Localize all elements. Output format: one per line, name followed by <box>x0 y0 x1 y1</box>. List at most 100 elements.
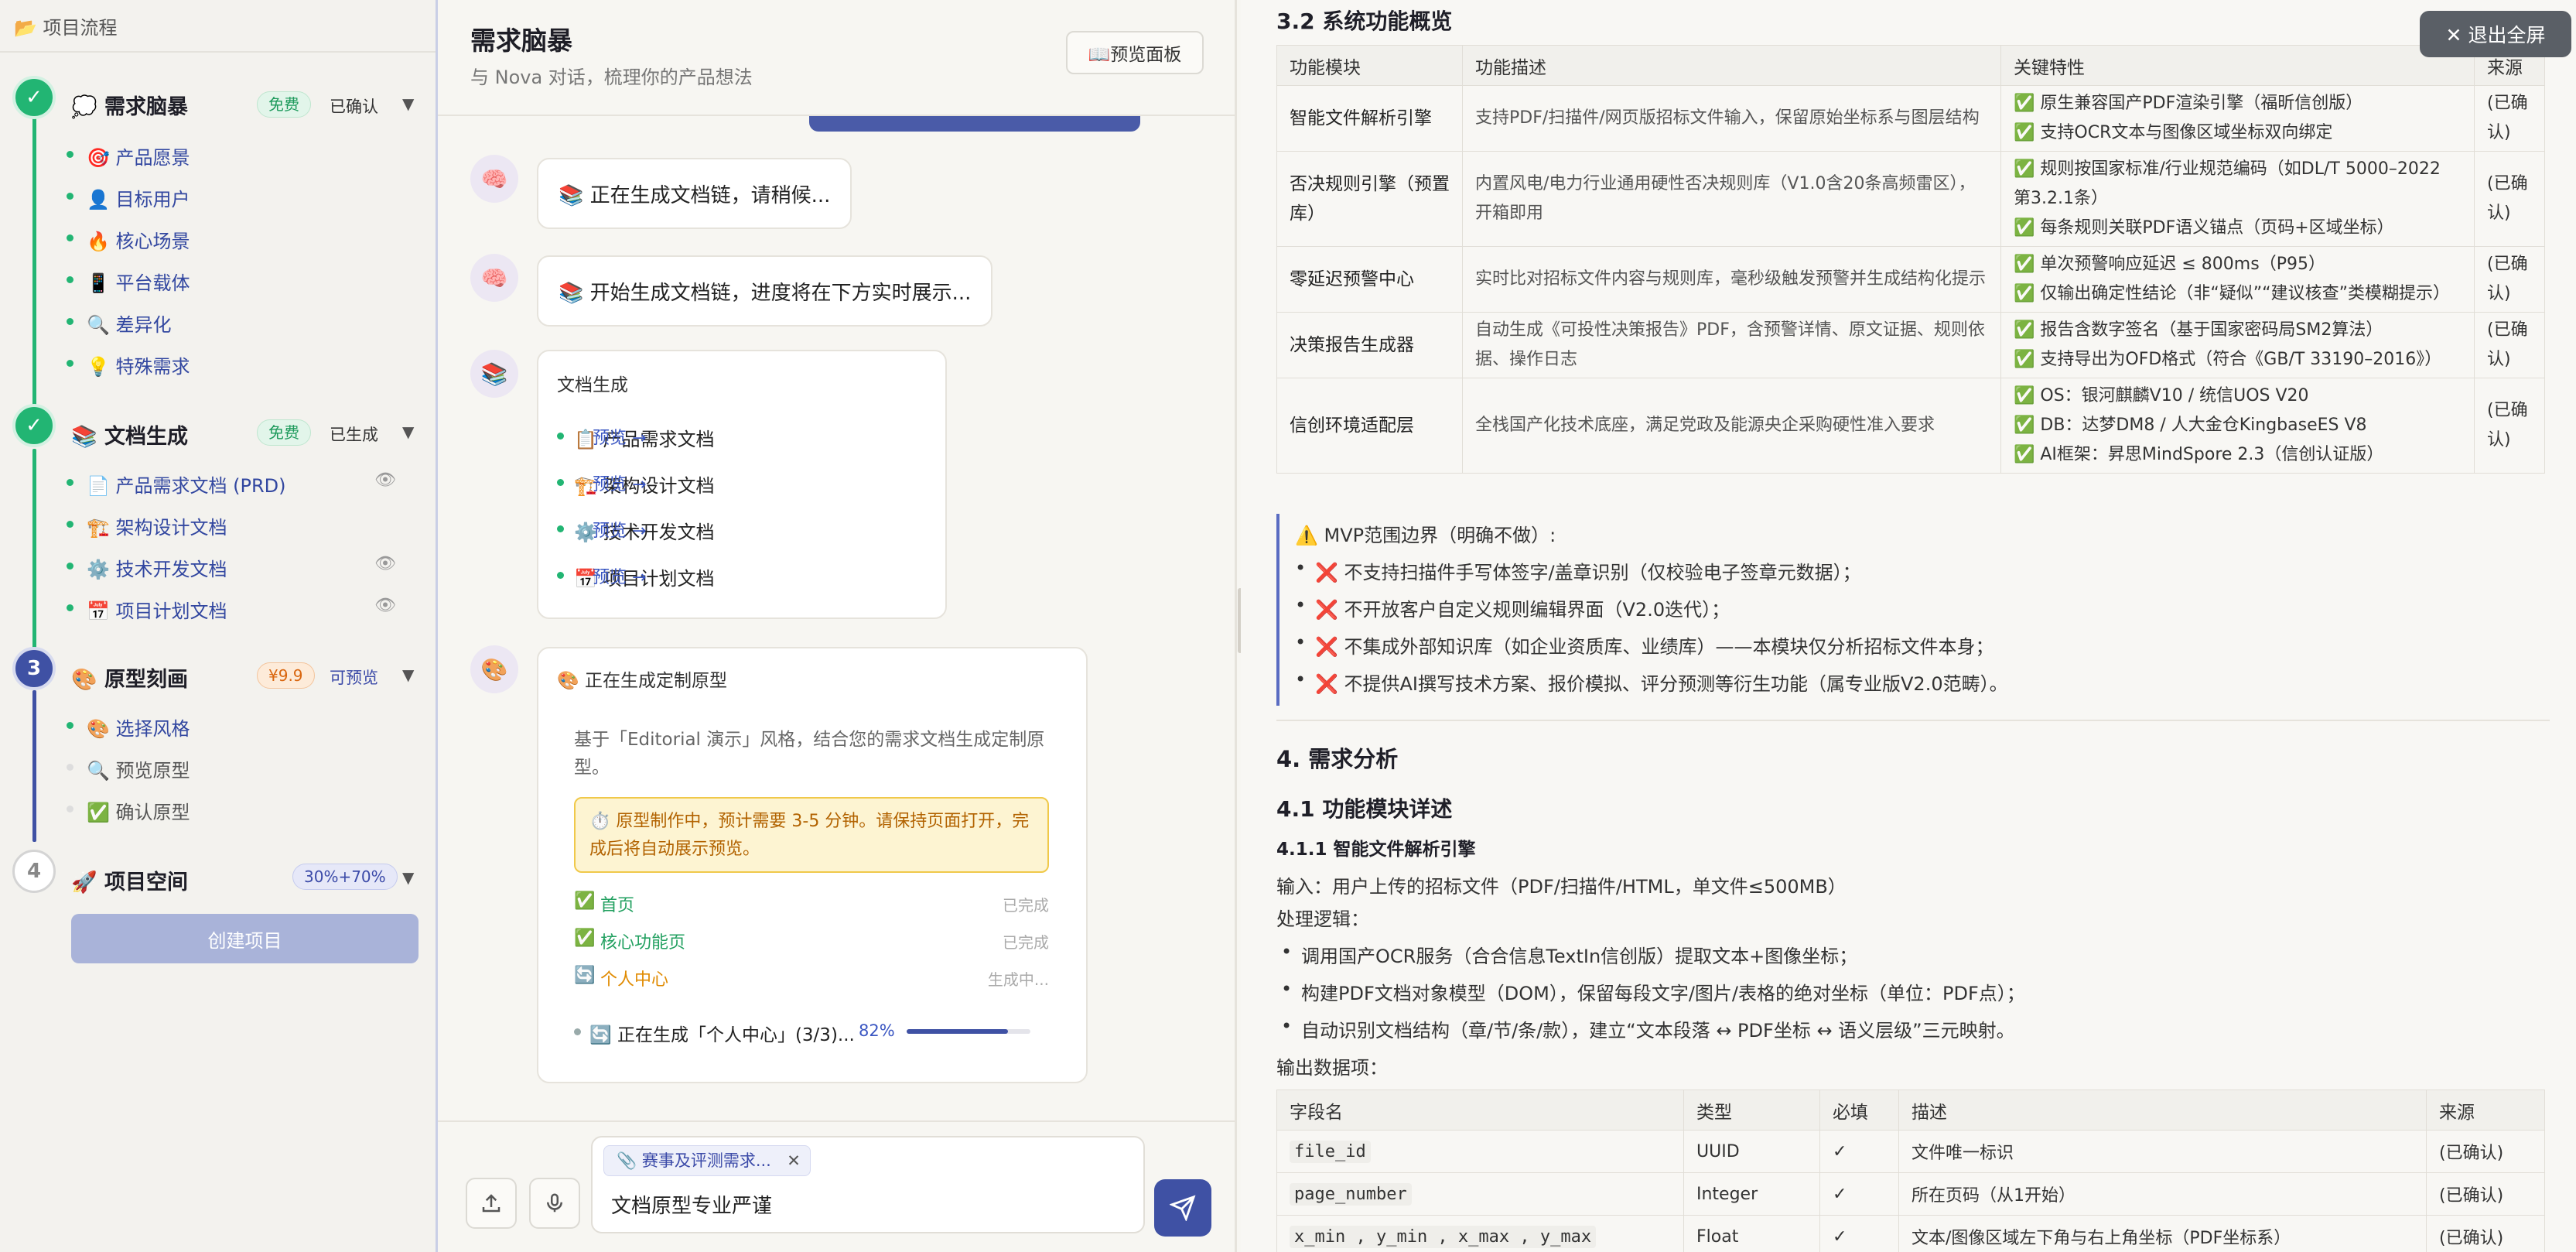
document-preview: 3.2 系统功能概览 功能模块 功能描述 关键特性 来源 智能文件解析引擎 支持… <box>1241 0 2576 1252</box>
list-item: ❌ 不开放客户自定义规则编辑界面（V2.0迭代）； <box>1295 594 1730 621</box>
page-title: 需求脑暴 <box>470 26 572 56</box>
chevron-down-icon[interactable]: ▼ <box>402 94 414 113</box>
output-table: 字段名 类型 必填 描述 来源 file_id UUID ✓ 文件唯一标识 (已… <box>1276 1090 2545 1252</box>
stage-4-badge: 30%+70% <box>292 864 398 890</box>
chat-panel: 需求脑暴 与 Nova 对话，梳理你的产品想法 📖预览面板 🧠 📚 正在生成文档… <box>438 0 1236 1252</box>
list-item: ❌ 不支持扫描件手写体签字/盖章识别（仅校验电子签章元数据）； <box>1295 557 1861 584</box>
sidebar-item-core-scenes[interactable]: 🔥 核心场景 <box>67 226 190 253</box>
preview-link[interactable]: 预览 → <box>593 424 931 449</box>
eye-icon[interactable]: 👁 <box>374 470 396 490</box>
list-item: 调用国产OCR服务（合合信息TextIn信创版）提取文本+图像坐标； <box>1281 941 1857 968</box>
upload-icon[interactable] <box>466 1178 517 1229</box>
preview-link[interactable]: 预览 → <box>593 563 931 588</box>
assistant-message: 📚 正在生成文档链，请稍候... <box>537 158 852 229</box>
list-item: 构建PDF文档对象模型（DOM），保留每段文字/图片/表格的绝对坐标（单位：PD… <box>1281 978 2025 1005</box>
preview-panel-button[interactable]: 📖预览面板 <box>1066 31 1204 74</box>
exit-fullscreen-button[interactable]: ✕ 退出全屏 <box>2420 11 2571 57</box>
close-icon[interactable]: ✕ <box>787 1146 801 1175</box>
stage-2-title[interactable]: 📚 文档生成 <box>71 419 188 450</box>
page-subtitle: 与 Nova 对话，梳理你的产品想法 <box>470 67 753 88</box>
stage-1-icon: 💭 <box>71 95 97 119</box>
books-avatar-icon: 📚 <box>470 350 518 398</box>
sidebar-item-tech-dev[interactable]: ⚙️ 技术开发文档 <box>67 554 227 581</box>
create-project-button[interactable]: 创建项目 <box>71 914 419 963</box>
preview-link[interactable]: 预览 → <box>593 517 931 542</box>
sidebar-item-confirm-prototype[interactable]: ✅ 确认原型 <box>67 797 190 824</box>
stage-3-title[interactable]: 🎨 原型刻画 <box>71 662 188 693</box>
stage-3-badge: ¥9.9 <box>257 662 315 689</box>
table-row: page_number Integer ✓ 所在页码（从1开始） (已确认) <box>1276 1172 2545 1216</box>
section-heading: 4. 需求分析 <box>1276 746 1399 772</box>
refresh-icon: 🔄 <box>574 966 596 985</box>
table-row: 智能文件解析引擎 支持PDF/扫描件/网页版招标文件输入，保留原始坐标系与图层结… <box>1276 85 2545 152</box>
list-item: 🏗️ 架构设计文档 预览 → <box>557 466 931 500</box>
progress-line-2 <box>32 449 36 652</box>
table-row: x_min , y_min , x_max , y_max Float ✓ 文本… <box>1276 1215 2545 1252</box>
send-button[interactable] <box>1154 1179 1211 1237</box>
sidebar-item-preview-prototype[interactable]: 🔍 预览原型 <box>67 755 190 782</box>
stage-2-badge: 免费 <box>257 419 311 446</box>
chat-input-area: 📎 赛事及评测需求... ✕ <box>438 1120 1236 1252</box>
table-row: 决策报告生成器 自动生成《可投性决策报告》PDF，含预警详情、原文证据、规则依据… <box>1276 312 2545 378</box>
preview-link[interactable]: 预览 → <box>593 470 931 495</box>
step-row: ✅ 首页 已完成 <box>574 891 1049 915</box>
sidebar: 📂 项目流程 ✓ 💭 需求脑暴 免费 已确认 ▼ 🎯 产品愿景 👤 目标用户 🔥… <box>0 0 438 1252</box>
panel-divider <box>1235 0 1237 1252</box>
sidebar-divider <box>0 51 436 53</box>
sidebar-item-vision[interactable]: 🎯 产品愿景 <box>67 142 190 169</box>
table-row: 信创环境适配层 全栈国产化技术底座，满足党政及能源央企采购硬性准入要求 ✅ OS… <box>1276 378 2545 474</box>
table-header: 必填 <box>1819 1090 1899 1131</box>
step-row: ✅ 核心功能页 已完成 <box>574 929 1049 953</box>
table-header: 类型 <box>1683 1090 1820 1131</box>
section-heading: 4.1.1 智能文件解析引擎 <box>1276 840 1476 860</box>
generation-progress: 🔄 正在生成「个人中心」(3/3)... 82% <box>574 1015 1049 1046</box>
sidebar-item-platform[interactable]: 📱 平台载体 <box>67 268 190 295</box>
feature-table: 功能模块 功能描述 关键特性 来源 智能文件解析引擎 支持PDF/扫描件/网页版… <box>1276 45 2545 474</box>
card-title: 🎨 正在生成定制原型 <box>557 671 727 691</box>
sidebar-item-prd[interactable]: 📄 产品需求文档 (PRD) <box>67 470 286 498</box>
list-item: ⚙️ 技术开发文档 预览 → <box>557 512 931 546</box>
table-row: 零延迟预警中心 实时比对招标文件内容与规则库，毫秒级触发预警并生成结构化提示 ✅… <box>1276 246 2545 313</box>
stage-4-title[interactable]: 🚀 项目空间 <box>71 865 188 895</box>
paragraph: 输出数据项： <box>1276 1057 1388 1079</box>
table-header: 字段名 <box>1276 1090 1684 1131</box>
previous-message-bubble <box>809 116 1140 132</box>
table-header: 关键特性 <box>2000 45 2475 86</box>
sidebar-item-special-needs[interactable]: 💡 特殊需求 <box>67 351 190 378</box>
check-icon: ✅ <box>574 929 596 948</box>
mvp-boundary-callout: ⚠️ MVP范围边界（明确不做）: ❌ 不支持扫描件手写体签字/盖章识别（仅校验… <box>1276 514 2545 706</box>
divider <box>1276 720 2550 721</box>
stage-2-check-icon: ✓ <box>12 404 56 447</box>
paragraph: 处理逻辑： <box>1276 908 1369 930</box>
list-item: ❌ 不提供AI撰写技术方案、报价模拟、评分预测等衍生功能（属专业版V2.0范畴）… <box>1295 669 2008 696</box>
check-icon: ✅ <box>574 891 596 911</box>
sidebar-item-differentiation[interactable]: 🔍 差异化 <box>67 310 172 337</box>
sidebar-item-target-users[interactable]: 👤 目标用户 <box>67 184 190 211</box>
paragraph: 输入：用户上传的招标文件（PDF/扫描件/HTML，单文件≤500MB） <box>1276 876 1847 898</box>
stage-4-icon: 🚀 <box>71 871 97 895</box>
brain-avatar-icon: 🧠 <box>470 254 518 302</box>
stage-1-title[interactable]: 💭 需求脑暴 <box>71 90 188 120</box>
attachment-chip[interactable]: 📎 赛事及评测需求... ✕ <box>603 1145 811 1176</box>
chevron-down-icon[interactable]: ▼ <box>402 422 414 441</box>
sidebar-item-architecture[interactable]: 🏗️ 架构设计文档 <box>67 512 227 539</box>
eye-icon[interactable]: 👁 <box>374 554 396 573</box>
list-item: ❌ 不集成外部知识库（如企业资质库、业绩库）——本模块仅分析招标文件本身； <box>1295 631 1994 658</box>
stage-1-status: 已确认 <box>330 97 378 116</box>
progress-bar-fill <box>907 1029 1009 1034</box>
card-title: 文档生成 <box>557 375 628 395</box>
chat-header: 需求脑暴 与 Nova 对话，梳理你的产品想法 📖预览面板 <box>438 0 1236 116</box>
eye-icon[interactable]: 👁 <box>374 596 396 615</box>
list-item: 📅 项目计划文档 预览 → <box>557 559 931 593</box>
list-item: 自动识别文档结构（章/节/条/款），建立“文本段落 ↔ PDF坐标 ↔ 语义层级… <box>1281 1015 2015 1042</box>
chevron-down-icon[interactable]: ▼ <box>402 868 414 887</box>
assistant-message: 📚 开始生成文档链，进度将在下方实时展示... <box>537 255 993 327</box>
sidebar-item-project-plan[interactable]: 📅 项目计划文档 <box>67 596 227 623</box>
microphone-icon[interactable] <box>529 1178 580 1229</box>
chevron-down-icon[interactable]: ▼ <box>402 665 414 684</box>
message-input[interactable] <box>610 1187 1120 1221</box>
stage-1-badge: 免费 <box>257 91 311 118</box>
sidebar-item-select-style[interactable]: 🎨 选择风格 <box>67 713 190 741</box>
table-header: 描述 <box>1898 1090 2427 1131</box>
section-heading: 4.1 功能模块详述 <box>1276 796 1453 822</box>
